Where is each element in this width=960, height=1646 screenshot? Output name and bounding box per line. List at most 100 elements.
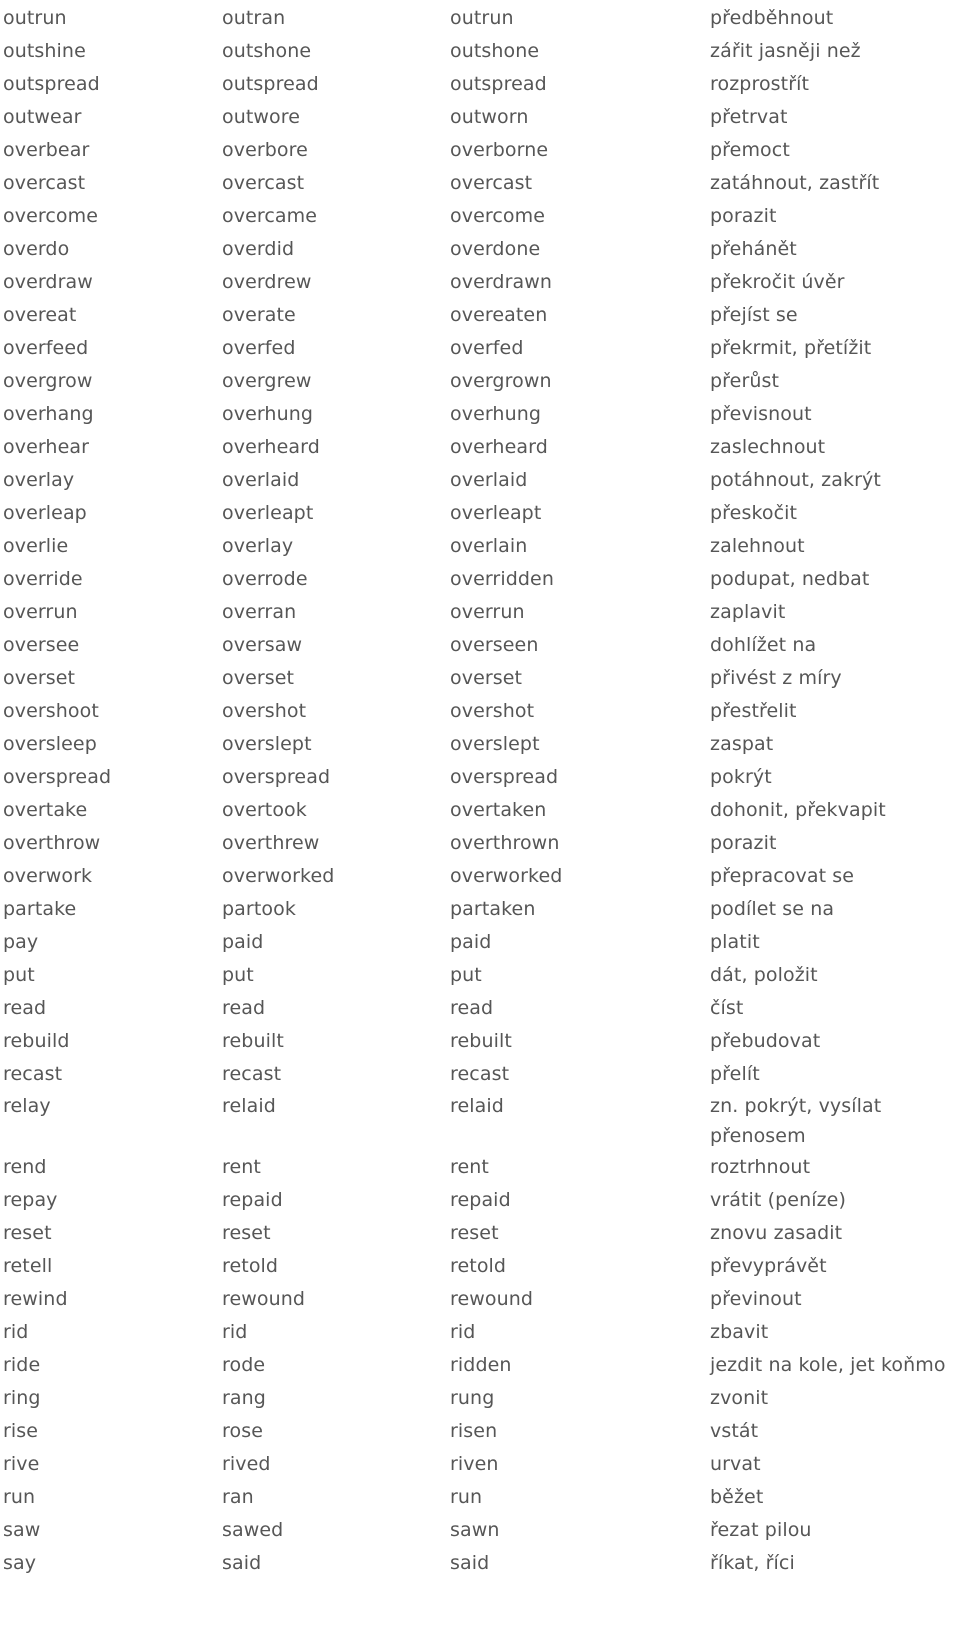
table-row: rewind rewound rewound převinout (0, 1283, 960, 1316)
verb-past-simple: overdrew (222, 271, 312, 293)
verb-czech-translation: přelít (710, 1063, 760, 1085)
verb-infinitive: rebuild (3, 1030, 70, 1052)
table-row: overshoot overshot overshot přestřelit (0, 695, 960, 728)
verb-czech-translation: zbavit (710, 1321, 769, 1343)
verb-past-participle: risen (450, 1420, 498, 1442)
verb-past-participle: sawn (450, 1519, 500, 1541)
verb-past-simple: relaid (222, 1095, 276, 1117)
verb-past-participle: recast (450, 1063, 510, 1085)
verb-infinitive: rend (3, 1156, 47, 1178)
verb-infinitive: overtake (3, 799, 88, 821)
verb-past-simple: recast (222, 1063, 282, 1085)
verb-past-simple: overworked (222, 865, 335, 887)
table-row: overdo overdid overdone přehánět (0, 233, 960, 266)
verb-czech-translation: platit (710, 931, 760, 953)
verb-past-simple: rewound (222, 1288, 306, 1310)
verb-past-simple: rang (222, 1387, 266, 1409)
verb-infinitive: overspread (3, 766, 112, 788)
verb-past-simple: rode (222, 1354, 266, 1376)
verb-czech-translation: přemoct (710, 139, 790, 161)
verb-past-participle: put (450, 964, 482, 986)
verb-past-simple: said (222, 1552, 262, 1574)
verb-past-simple: overgrew (222, 370, 312, 392)
verb-czech-translation: přebudovat (710, 1030, 821, 1052)
table-row: overlie overlay overlain zalehnout (0, 530, 960, 563)
verb-czech-translation: jezdit na kole, jet koňmo (710, 1354, 946, 1376)
verb-infinitive: rive (3, 1453, 40, 1475)
table-row: say said said říkat, říci (0, 1547, 960, 1580)
verb-past-participle: overset (450, 667, 523, 689)
verb-past-simple: rebuilt (222, 1030, 284, 1052)
table-row: overset overset overset přivést z míry (0, 662, 960, 695)
verb-czech-translation: rozprostřít (710, 73, 810, 95)
verb-czech-translation: přeskočit (710, 502, 798, 524)
verb-past-participle: overgrown (450, 370, 552, 392)
table-row: reset reset reset znovu zasadit (0, 1217, 960, 1250)
table-row: overcome overcame overcome porazit (0, 200, 960, 233)
verb-past-participle: overborne (450, 139, 549, 161)
verb-past-participle: repaid (450, 1189, 511, 1211)
verb-past-simple: overfed (222, 337, 296, 359)
verb-czech-translation: převinout (710, 1288, 802, 1310)
verb-czech-translation: přetrvat (710, 106, 788, 128)
verb-infinitive: outspread (3, 73, 100, 95)
verb-infinitive: overeat (3, 304, 77, 326)
verb-past-simple: overbore (222, 139, 308, 161)
verb-past-simple: overlay (222, 535, 294, 557)
verb-past-participle: overcome (450, 205, 546, 227)
verb-czech-translation: zářit jasněji než (710, 40, 861, 62)
verb-past-participle: overeaten (450, 304, 548, 326)
table-row: overgrow overgrew overgrown přerůst (0, 365, 960, 398)
verb-past-simple: overtook (222, 799, 307, 821)
verb-czech-translation: přerůst (710, 370, 780, 392)
verb-past-simple: read (222, 997, 266, 1019)
verb-infinitive: outshine (3, 40, 86, 62)
verb-past-simple: overran (222, 601, 297, 623)
table-row: overtake overtook overtaken dohonit, překva… (0, 794, 960, 827)
verb-infinitive: rewind (3, 1288, 68, 1310)
verb-past-participle: overspread (450, 766, 559, 788)
verb-past-simple: overthrew (222, 832, 320, 854)
verb-czech-translation: překročit úvěr (710, 271, 845, 293)
verb-past-simple: outwore (222, 106, 301, 128)
verb-czech-translation: vstát (710, 1420, 759, 1442)
verb-czech-translation: přehánět (710, 238, 797, 260)
verb-czech-translation: zalehnout (710, 535, 805, 557)
verb-past-participle: rebuilt (450, 1030, 512, 1052)
table-row: retell retold retold převyprávět (0, 1250, 960, 1283)
verb-infinitive: overbear (3, 139, 90, 161)
verb-past-simple: overslept (222, 733, 312, 755)
verb-past-simple: overcast (222, 172, 305, 194)
table-row: pay paid paid platit (0, 926, 960, 959)
verb-infinitive: recast (3, 1063, 63, 1085)
verb-infinitive: overdraw (3, 271, 93, 293)
verb-past-participle: overdone (450, 238, 541, 260)
table-row: run ran run běžet (0, 1481, 960, 1514)
table-row: overhear overheard overheard zaslechnout (0, 431, 960, 464)
irregular-verbs-table: outrun outran outrun předběhnout outshine out… (0, 0, 960, 1580)
verb-czech-translation: převyprávět (710, 1255, 827, 1277)
verb-infinitive: overlay (3, 469, 75, 491)
verb-czech-translation: číst (710, 997, 744, 1019)
verb-past-simple: ran (222, 1486, 254, 1508)
table-row: overspread overspread overspread pokrýt (0, 761, 960, 794)
verb-past-simple: overleapt (222, 502, 314, 524)
table-row: overrun overran overrun zaplavit (0, 596, 960, 629)
table-row: overwork overworked overworked přepracovat … (0, 860, 960, 893)
table-row: overthrow overthrew overthrown porazit (0, 827, 960, 860)
verb-past-simple: reset (222, 1222, 271, 1244)
table-row: rebuild rebuilt rebuilt přebudovat (0, 1025, 960, 1058)
verb-infinitive: rid (3, 1321, 29, 1343)
table-row: saw sawed sawn řezat pilou (0, 1514, 960, 1547)
verb-past-participle: run (450, 1486, 483, 1508)
verb-past-simple: oversaw (222, 634, 303, 656)
verb-past-simple: sawed (222, 1519, 284, 1541)
verb-infinitive: repay (3, 1189, 58, 1211)
verb-infinitive: overset (3, 667, 76, 689)
verb-past-participle: overtaken (450, 799, 547, 821)
verb-infinitive: overcome (3, 205, 99, 227)
verb-czech-translation: zn. pokrýt, vysílat přenosem (710, 1095, 882, 1147)
verb-past-participle: overworked (450, 865, 563, 887)
verb-infinitive: reset (3, 1222, 52, 1244)
verb-infinitive: overhear (3, 436, 90, 458)
